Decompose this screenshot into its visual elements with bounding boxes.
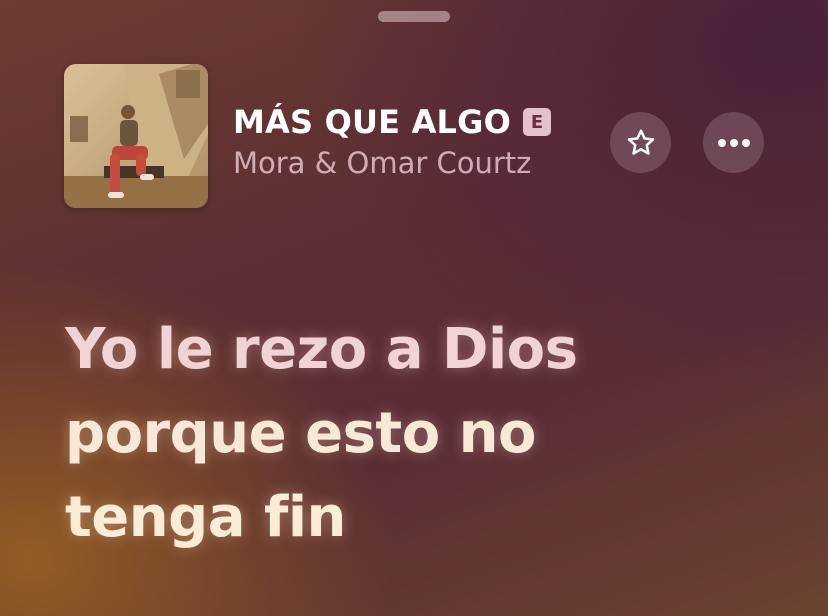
lyrics-block[interactable]: Yo le rezo a Dios porque esto no tenga f… — [65, 308, 765, 560]
lyric-line[interactable]: porque esto no — [65, 392, 765, 476]
artist-name[interactable]: Mora & Omar Courtz — [233, 146, 531, 180]
favorite-button[interactable] — [610, 112, 671, 173]
explicit-badge: E — [523, 108, 552, 136]
ellipsis-icon — [717, 138, 750, 147]
song-title[interactable]: MÁS QUE ALGO — [233, 103, 511, 141]
song-title-row: MÁS QUE ALGO E — [233, 100, 552, 144]
sheet-grabber[interactable] — [378, 11, 450, 22]
album-artwork-image — [64, 64, 208, 208]
album-artwork[interactable] — [64, 64, 208, 208]
lyric-line[interactable]: Yo le rezo a Dios — [65, 308, 765, 392]
lyric-line[interactable]: tenga fin — [65, 476, 765, 560]
now-playing-header: MÁS QUE ALGO E Mora & Omar Courtz — [64, 64, 764, 208]
star-icon — [627, 128, 654, 155]
more-options-button[interactable] — [703, 112, 764, 173]
